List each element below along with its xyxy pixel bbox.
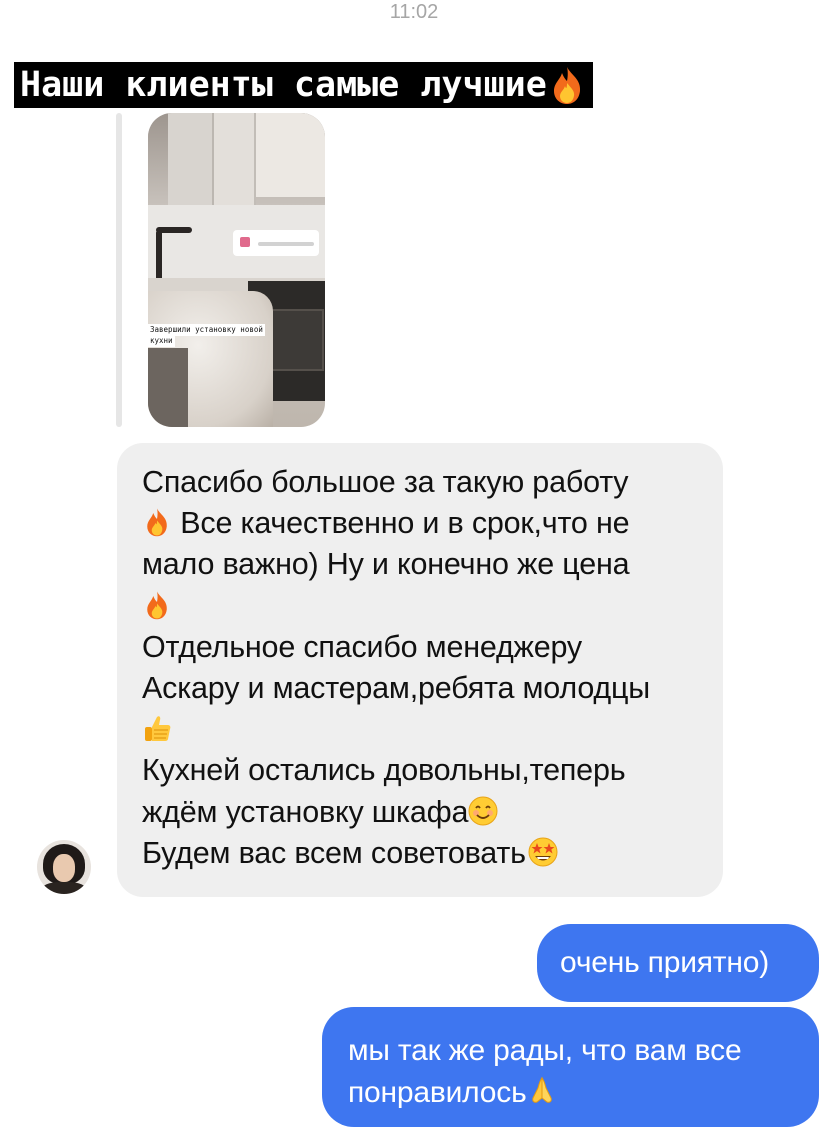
outgoing-message-bubble[interactable]: очень приятно) (537, 924, 819, 1002)
sender-avatar[interactable] (37, 840, 91, 894)
reply-indicator-bar (116, 113, 122, 427)
message-line (142, 586, 717, 627)
heart-sticker-icon (240, 237, 250, 247)
story-thumbnail[interactable]: Завершили установку новой кухни (148, 113, 325, 427)
outgoing-message-bubble[interactable]: мы так же рады, что вам все понравилось (322, 1007, 819, 1127)
status-time: 11:02 (389, 1, 439, 23)
fire-icon (142, 507, 172, 537)
message-line (142, 709, 717, 750)
thumbs-up-icon (142, 713, 172, 743)
fire-icon (549, 65, 585, 105)
smiling-face-icon (468, 796, 498, 826)
story-text-banner: Наши клиенты самые лучшие (14, 62, 593, 108)
message-line: Отдельное спасибо менеджеру (142, 629, 582, 664)
message-line: Будем вас всем советовать (142, 833, 717, 874)
message-line: ждём установку шкафа (142, 792, 717, 833)
message-line: Все качественно и в срок,что не (142, 503, 717, 544)
star-struck-icon (526, 837, 558, 867)
banner-text: Наши клиенты самые лучшие (20, 65, 547, 105)
outgoing-message-text: мы так же рады, что вам все понравилось (348, 1034, 742, 1109)
incoming-message-text: Спасибо большое за такую работу Все каче… (142, 462, 717, 874)
message-line: Кухней остались довольны,теперь (142, 753, 626, 788)
message-line: Спасибо большое за такую работу (142, 465, 629, 499)
message-line: Аскару и мастерам,ребята молодцы (142, 670, 651, 705)
story-caption-2: кухни (148, 335, 175, 347)
folded-hands-icon (527, 1074, 557, 1104)
outgoing-message-text: очень приятно) (560, 946, 769, 979)
fire-icon (142, 590, 172, 620)
message-line: мало важно) Ну и конечно же цена (142, 547, 630, 582)
